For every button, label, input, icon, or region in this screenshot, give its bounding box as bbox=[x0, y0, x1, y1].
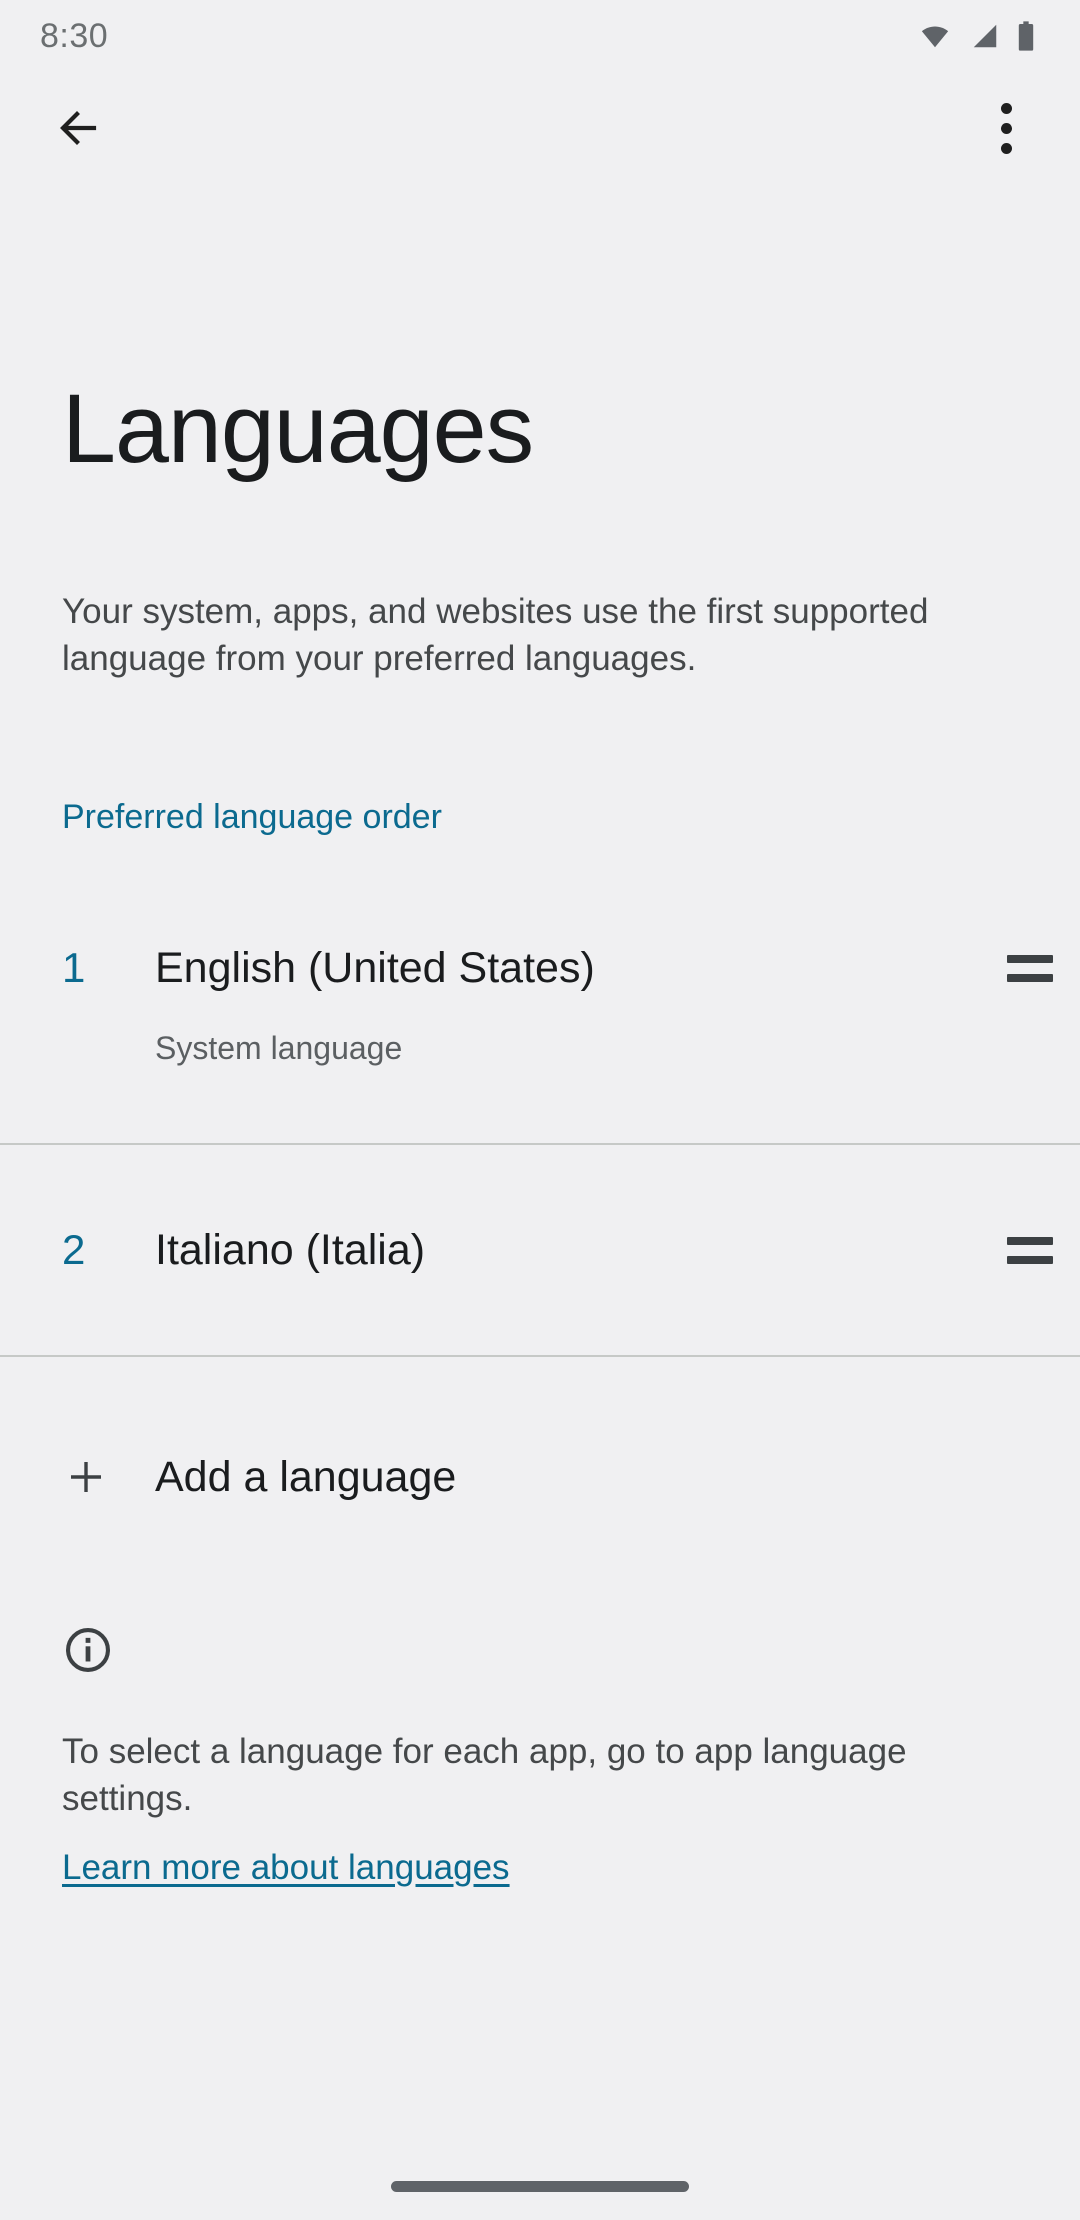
status-bar: 8:30 bbox=[0, 0, 1080, 72]
cell-signal-icon bbox=[973, 24, 997, 48]
preferred-language-list: 1 English (United States) System languag… bbox=[0, 885, 1080, 1357]
page-title: Languages bbox=[62, 374, 534, 483]
status-bar-icons bbox=[916, 20, 1036, 52]
learn-more-link[interactable]: Learn more about languages bbox=[62, 1844, 510, 1891]
language-order-number: 2 bbox=[62, 1226, 86, 1273]
language-row-1[interactable]: 1 English (United States) System languag… bbox=[0, 885, 1080, 1143]
battery-icon bbox=[1018, 21, 1034, 51]
language-row-body: English (United States) System language bbox=[155, 941, 980, 1069]
more-vertical-icon bbox=[1000, 102, 1012, 154]
add-language-icon-wrap bbox=[0, 1453, 155, 1501]
settings-languages-screen: 8:30 Languages Your system, apps, and we… bbox=[0, 0, 1080, 2220]
info-circle-icon bbox=[66, 1628, 110, 1672]
plus-icon bbox=[71, 1461, 101, 1492]
back-button[interactable] bbox=[34, 84, 122, 172]
language-name: English (United States) bbox=[155, 944, 595, 992]
footer-note: To select a language for each app, go to… bbox=[62, 1624, 1012, 1891]
status-bar-clock: 8:30 bbox=[40, 17, 109, 55]
add-language-button[interactable]: Add a language bbox=[0, 1404, 1080, 1549]
section-header-preferred-language-order: Preferred language order bbox=[62, 798, 442, 836]
language-row-body: Italiano (Italia) bbox=[155, 1223, 980, 1277]
list-divider bbox=[0, 1355, 1080, 1357]
drag-handle-icon[interactable] bbox=[980, 941, 1080, 982]
drag-handle-icon[interactable] bbox=[980, 1223, 1080, 1264]
page-description: Your system, apps, and websites use the … bbox=[62, 592, 929, 678]
language-row-2[interactable]: 2 Italiano (Italia) bbox=[0, 1145, 1080, 1355]
app-bar bbox=[0, 72, 1080, 184]
overflow-menu-button[interactable] bbox=[962, 84, 1050, 172]
language-name: Italiano (Italia) bbox=[155, 1226, 426, 1274]
language-order-number: 1 bbox=[62, 944, 86, 991]
footer-text: To select a language for each app, go to… bbox=[62, 1732, 907, 1818]
gesture-nav-pill[interactable] bbox=[391, 2181, 689, 2192]
back-arrow-icon bbox=[60, 111, 97, 145]
language-subtitle: System language bbox=[155, 1030, 403, 1066]
wifi-icon bbox=[921, 26, 949, 48]
add-language-label: Add a language bbox=[155, 1452, 457, 1501]
